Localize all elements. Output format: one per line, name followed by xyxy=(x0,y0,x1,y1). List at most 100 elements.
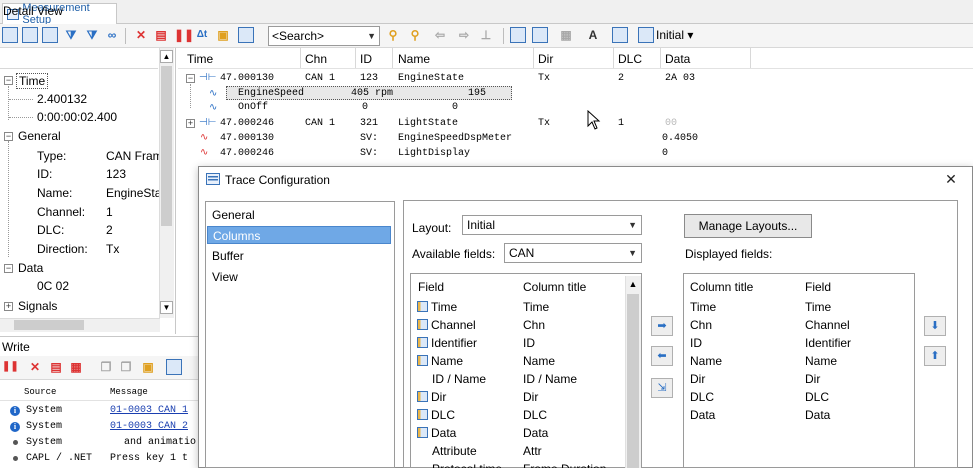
close-icon[interactable]: ✕ xyxy=(944,172,958,186)
write-message-link[interactable]: 01-0003 CAN 1 xyxy=(110,405,188,416)
manage-layouts-button[interactable]: Manage Layouts... xyxy=(684,214,812,238)
export-icon[interactable]: ▣ xyxy=(140,359,156,375)
copy-icon[interactable] xyxy=(510,27,526,43)
insert-field-button[interactable]: ⇲ xyxy=(651,378,673,398)
available-field-row[interactable]: Protocol time xyxy=(432,462,502,468)
delete-icon[interactable]: ✕ xyxy=(133,27,149,43)
paste-icon[interactable]: ❐ xyxy=(118,359,134,375)
layout-combo[interactable]: Initial ▼ xyxy=(462,215,642,235)
time-icon[interactable]: Δt xyxy=(194,27,210,43)
col-header-dir[interactable]: Dir xyxy=(538,52,553,66)
nav-back-icon[interactable]: ⇦ xyxy=(432,27,448,43)
displayed-header-title[interactable]: Column title xyxy=(690,280,753,294)
displayed-field-name[interactable]: Identifier xyxy=(805,336,851,350)
search-input[interactable]: <Search> ▼ xyxy=(268,26,380,46)
displayed-field-title[interactable]: DLC xyxy=(690,390,714,404)
tree-signals-group[interactable]: Signals xyxy=(18,299,57,313)
chevron-down-icon[interactable]: ▼ xyxy=(367,27,376,45)
col-header-id[interactable]: ID xyxy=(360,52,372,66)
scroll-up-icon[interactable]: ▲ xyxy=(626,277,640,291)
tree-time-group[interactable]: Time xyxy=(16,73,49,89)
write-col-source[interactable]: Source xyxy=(24,387,56,397)
available-field-row[interactable]: Attribute xyxy=(432,444,477,458)
font-icon[interactable]: A xyxy=(585,27,601,43)
displayed-field-name[interactable]: Dir xyxy=(805,372,820,386)
add-field-button[interactable]: ➡ xyxy=(651,316,673,336)
toggle-icon[interactable] xyxy=(238,27,254,43)
available-header-field[interactable]: Field xyxy=(418,280,444,294)
available-field-row[interactable]: Identifier xyxy=(417,336,477,350)
collapse-row-icon[interactable]: − xyxy=(186,74,195,83)
find-next-icon[interactable]: ⚲ xyxy=(385,27,401,43)
displayed-field-name[interactable]: Data xyxy=(805,408,830,422)
collapse-time-icon[interactable]: − xyxy=(4,76,13,85)
pause-icon[interactable]: ❚❚ xyxy=(174,27,194,43)
col-header-dlc[interactable]: DLC xyxy=(618,52,642,66)
collapse-data-icon[interactable]: − xyxy=(4,264,13,273)
write-message-link[interactable]: 01-0003 CAN 2 xyxy=(110,421,188,432)
col-header-name[interactable]: Name xyxy=(398,52,430,66)
expand-row-icon[interactable]: + xyxy=(186,119,195,128)
options-icon[interactable] xyxy=(166,359,182,375)
remove-field-button[interactable]: ⬅ xyxy=(651,346,673,366)
detail-view-icon[interactable] xyxy=(2,27,18,43)
nav-columns[interactable]: Columns xyxy=(207,226,391,244)
col-header-data[interactable]: Data xyxy=(665,52,690,66)
collapse-general-icon[interactable]: − xyxy=(4,132,13,141)
clear-icon[interactable]: ▤ xyxy=(48,359,64,375)
tree-general-group[interactable]: General xyxy=(18,129,61,143)
tree-data-group[interactable]: Data xyxy=(18,261,43,275)
detail-scroll-thumb[interactable] xyxy=(161,66,172,226)
statistics-icon[interactable] xyxy=(42,27,58,43)
displayed-field-name[interactable]: DLC xyxy=(805,390,829,404)
col-header-time[interactable]: Time xyxy=(187,52,213,66)
nav-buffer[interactable]: Buffer xyxy=(207,247,391,265)
export-icon[interactable]: ▣ xyxy=(215,27,231,43)
available-fields-combo[interactable]: CAN ▼ xyxy=(504,243,642,263)
available-field-row[interactable]: ID / Name xyxy=(432,372,486,386)
marker-icon[interactable]: ⊥ xyxy=(478,27,494,43)
pause-icon[interactable]: ❚❚ xyxy=(2,359,19,375)
available-field-row[interactable]: Time xyxy=(417,300,457,314)
available-field-row[interactable]: Channel xyxy=(417,318,476,332)
columns-icon[interactable] xyxy=(532,27,548,43)
layout-icon[interactable] xyxy=(612,27,628,43)
displayed-field-title[interactable]: ID xyxy=(690,336,702,350)
grid-icon[interactable]: ▦ xyxy=(558,27,574,43)
displayed-header-field[interactable]: Field xyxy=(805,280,831,294)
available-header-title[interactable]: Column title xyxy=(523,280,586,294)
clear-icon[interactable]: ▤ xyxy=(153,27,169,43)
displayed-field-title[interactable]: Time xyxy=(690,300,716,314)
write-col-message[interactable]: Message xyxy=(110,387,148,397)
copy-icon[interactable]: ❐ xyxy=(98,359,114,375)
displayed-field-title[interactable]: Dir xyxy=(690,372,705,386)
displayed-field-name[interactable]: Time xyxy=(805,300,831,314)
find-prev-icon[interactable]: ⚲ xyxy=(407,27,423,43)
columns-view-icon[interactable] xyxy=(22,27,38,43)
available-field-row[interactable]: Dir xyxy=(417,390,446,404)
col-header-chn[interactable]: Chn xyxy=(305,52,327,66)
filter-icon[interactable]: ▦ xyxy=(68,359,84,375)
detail-hscroll-thumb[interactable] xyxy=(14,320,84,330)
layout-selector-icon[interactable] xyxy=(638,27,654,43)
displayed-field-name[interactable]: Name xyxy=(805,354,837,368)
nav-forward-icon[interactable]: ⇨ xyxy=(456,27,472,43)
layout-selector[interactable]: Initial ▾ xyxy=(656,27,693,43)
expand-signals-icon[interactable]: + xyxy=(4,302,13,311)
scroll-down-icon[interactable]: ▼ xyxy=(160,301,173,314)
nav-general[interactable]: General xyxy=(207,206,391,224)
displayed-field-title[interactable]: Data xyxy=(690,408,715,422)
available-field-row[interactable]: Name xyxy=(417,354,463,368)
displayed-field-name[interactable]: Channel xyxy=(805,318,850,332)
delete-icon[interactable]: ✕ xyxy=(27,359,43,375)
binoculars-icon[interactable]: ∞ xyxy=(104,27,120,43)
displayed-field-title[interactable]: Name xyxy=(690,354,722,368)
available-field-row[interactable]: Data xyxy=(417,426,456,440)
move-up-button[interactable]: ⬆ xyxy=(924,346,946,366)
nav-view[interactable]: View xyxy=(207,268,391,286)
scroll-up-icon[interactable]: ▲ xyxy=(160,50,173,63)
displayed-field-title[interactable]: Chn xyxy=(690,318,712,332)
available-field-row[interactable]: DLC xyxy=(417,408,455,422)
filter-off-icon[interactable]: ⧩ xyxy=(84,27,100,43)
move-down-button[interactable]: ⬇ xyxy=(924,316,946,336)
